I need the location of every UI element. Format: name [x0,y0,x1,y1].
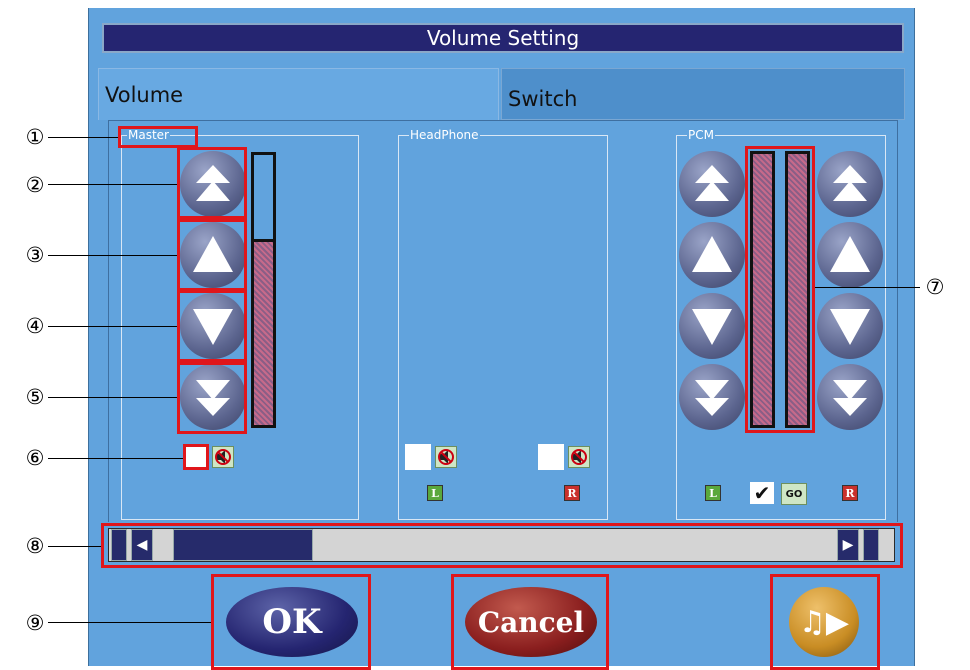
pcm-right-channel-icon: R [842,485,858,501]
pcm-left-volume-up-fast-button[interactable] [679,151,745,217]
headphone-left-mute-checkbox[interactable] [405,444,431,470]
callout-line-5 [48,397,177,398]
callout-4: ④ [25,314,45,338]
master-mute-speaker-icon [212,446,234,468]
pcm-left-channel-icon: L [705,485,721,501]
callout-box-5 [177,362,247,434]
callout-5: ⑤ [25,385,45,409]
pcm-left-volume-down-fast-button[interactable] [679,364,745,430]
scroll-right-end[interactable] [863,529,879,561]
headphone-right-mute-speaker-icon [568,446,590,468]
window-title: Volume Setting [102,23,904,53]
callout-line-7 [815,287,920,288]
scroll-left-end[interactable] [111,529,127,561]
pcm-right-volume-down-button[interactable] [817,293,883,359]
headphone-label: HeadPhone [409,128,480,142]
cancel-button[interactable]: Cancel [465,587,597,657]
scroll-left-button[interactable]: ◀ [131,529,153,561]
link-icon: GO [781,483,807,505]
callout-box-1 [118,126,198,148]
ok-button[interactable]: OK [226,587,358,657]
pcm-label: PCM [687,128,715,142]
headphone-left-channel-icon: L [427,485,443,501]
horizontal-scrollbar[interactable]: ◀ ▶ [108,528,895,562]
callout-1: ① [25,125,45,149]
headphone-right-channel-icon: R [564,485,580,501]
down-arrow-icon [830,309,870,345]
callout-line-6 [48,458,183,459]
pcm-left-volume-down-button[interactable] [679,293,745,359]
double-down-arrow-icon [695,380,729,416]
callout-2: ② [25,173,45,197]
down-arrow-icon [692,309,732,345]
callout-line-3 [48,255,177,256]
up-arrow-icon [830,236,870,272]
callout-box-2 [177,147,247,219]
callout-3: ③ [25,243,45,267]
master-mute-checkbox[interactable] [183,444,209,470]
callout-box-4 [177,290,247,362]
callout-box-3 [177,219,247,291]
play-music-icon: ♫▶ [799,604,849,640]
pcm-right-volume-up-button[interactable] [817,222,883,288]
callout-line-2 [48,184,177,185]
up-arrow-icon [692,236,732,272]
callout-box-7 [745,146,815,433]
master-volume-level [254,238,273,425]
pcm-link-checkbox[interactable]: ✔ [750,482,774,504]
callout-6: ⑥ [25,446,45,470]
tab-switch[interactable]: Switch [501,68,905,120]
callout-line-4 [48,326,177,327]
double-up-arrow-icon [695,165,729,201]
pcm-right-volume-down-fast-button[interactable] [817,364,883,430]
callout-line-8 [48,546,101,547]
tab-volume[interactable]: Volume [98,68,499,120]
pcm-left-volume-up-button[interactable] [679,222,745,288]
callout-line-1 [48,137,118,138]
double-up-arrow-icon [833,165,867,201]
callout-line-9 [48,622,211,623]
scroll-thumb[interactable] [173,529,313,561]
pcm-right-volume-up-fast-button[interactable] [817,151,883,217]
callout-8: ⑧ [25,534,45,558]
master-volume-meter[interactable] [251,152,276,428]
double-down-arrow-icon [833,380,867,416]
callout-9: ⑨ [25,611,45,635]
headphone-left-mute-speaker-icon [435,446,457,468]
scroll-right-button[interactable]: ▶ [837,529,859,561]
play-music-button[interactable]: ♫▶ [789,587,859,657]
headphone-right-mute-checkbox[interactable] [538,444,564,470]
callout-7: ⑦ [925,275,945,299]
